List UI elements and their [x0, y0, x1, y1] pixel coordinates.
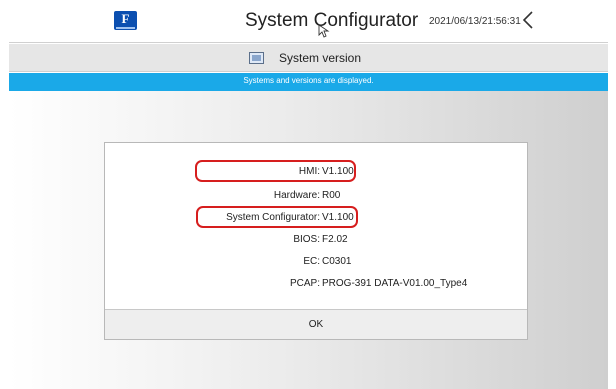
version-row-hardware: Hardware: R00: [105, 187, 529, 203]
version-row-pcap: PCAP: PROG-391 DATA-V01.00_Type4: [105, 275, 529, 291]
left-edge: [0, 0, 9, 389]
back-button[interactable]: [519, 8, 539, 32]
version-row-ec: EC: C0301: [105, 253, 529, 269]
ok-button[interactable]: OK: [105, 309, 527, 339]
version-value: C0301: [322, 256, 352, 267]
logo-stripe: [116, 27, 135, 29]
logo-text: F: [121, 11, 130, 26]
datetime-display: 2021/06/13/21:56:31: [429, 16, 521, 27]
chevron-left-icon: [522, 11, 533, 29]
version-label: EC:: [303, 256, 320, 267]
header-bar: F System Configurator 2021/06/13/21:56:3…: [9, 0, 608, 43]
app-title: System Configurator: [245, 10, 419, 31]
ok-button-label: OK: [308, 319, 324, 330]
version-row-bios: BIOS: F2.02: [105, 231, 529, 247]
mouse-cursor-icon: [318, 24, 330, 38]
version-value: F2.02: [322, 234, 348, 245]
version-label: PCAP:: [289, 278, 320, 289]
page-title: System version: [279, 51, 362, 65]
version-value: PROG-391 DATA-V01.00_Type4: [322, 278, 468, 289]
version-value: R00: [322, 190, 341, 201]
highlight-marker-hmi: [195, 160, 356, 182]
info-banner: Systems and versions are displayed.: [9, 73, 608, 91]
version-icon: [249, 52, 264, 64]
fuji-electric-logo: F: [114, 11, 137, 30]
highlight-marker-system-configurator: [196, 206, 358, 228]
right-edge: [608, 0, 616, 389]
banner-message: Systems and versions are displayed.: [243, 76, 374, 85]
version-dialog: HMI: V1.100 Hardware: R00 System Configu…: [104, 142, 528, 340]
version-label: Hardware:: [273, 190, 320, 201]
screen: F System Configurator 2021/06/13/21:56:3…: [0, 0, 616, 389]
subheader-bar: System version: [9, 44, 608, 72]
version-label: BIOS:: [293, 234, 320, 245]
